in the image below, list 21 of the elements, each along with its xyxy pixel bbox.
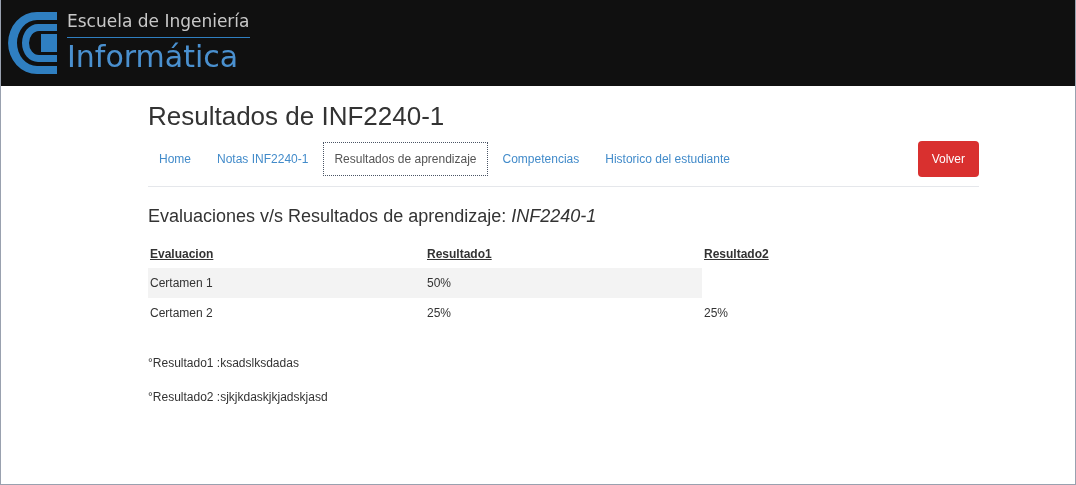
page-title: Resultados de INF2240-1 (148, 100, 446, 133)
table-cell: 25% (427, 305, 452, 320)
nav-tab[interactable]: Home (148, 141, 202, 176)
column-header: Resultado2 (704, 246, 769, 261)
nav-tab[interactable]: Historico del estudiante (594, 141, 741, 176)
logo-title: Informática (67, 37, 240, 76)
section-title: Evaluaciones v/s Resultados de aprendizaje: INF2240-1 (148, 204, 598, 228)
nav-tab[interactable]: Notas INF2240-1 (206, 141, 320, 176)
nav-tab[interactable]: Competencias (491, 141, 591, 176)
back-button[interactable]: Volver (917, 140, 979, 177)
table-cell: Certamen 2 (150, 305, 213, 320)
footnote: °Resultado1 :ksadslksdadas (148, 354, 300, 372)
nav-tab[interactable]: Resultados de aprendizaje (323, 141, 488, 176)
column-header: Evaluacion (150, 246, 214, 261)
logo-subtitle: Escuela de Ingeniería (67, 10, 250, 38)
logo-icon (7, 10, 59, 76)
table-cell: 50% (427, 275, 452, 290)
table-cell: 25% (704, 305, 729, 320)
column-header: Resultado1 (427, 246, 492, 261)
footnote: °Resultado2 :sjkjkdaskjkjadskjasd (148, 388, 329, 406)
table-cell: Certamen 1 (150, 275, 213, 290)
